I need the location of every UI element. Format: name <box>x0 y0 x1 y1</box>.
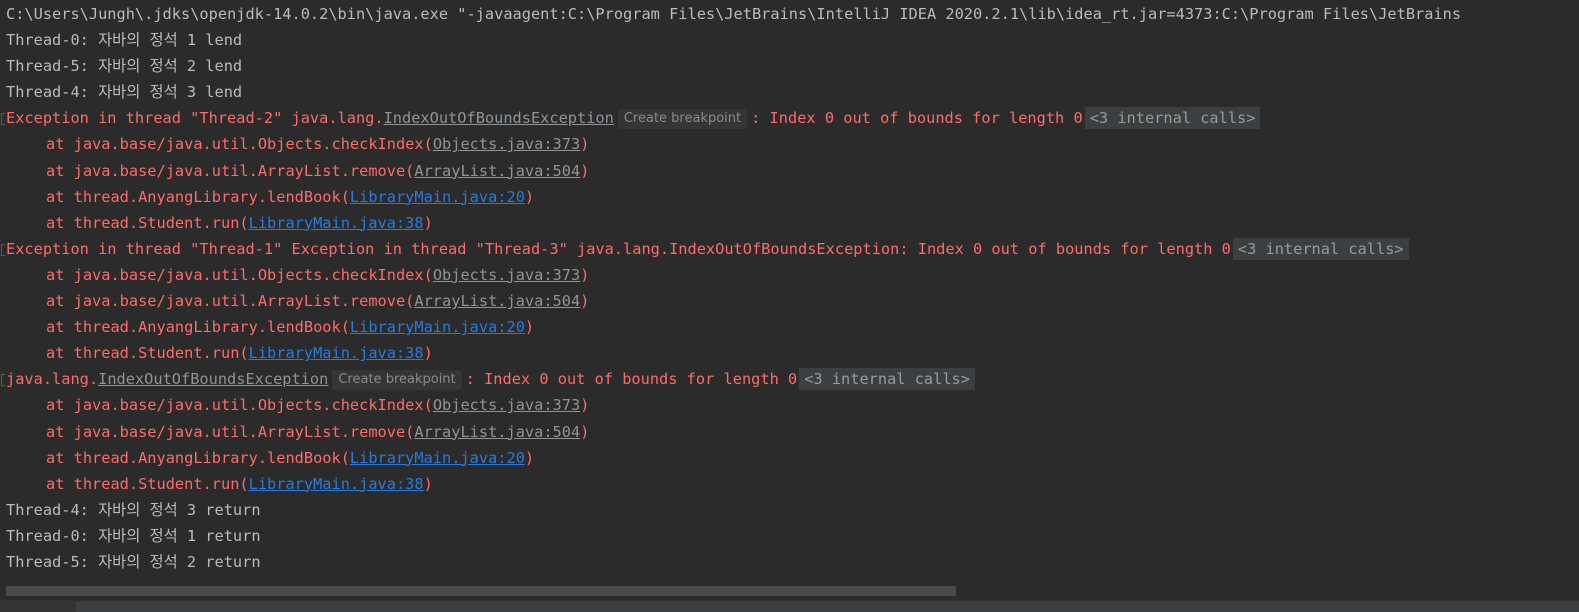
output-text: Thread-4: 자바의 정석 3 return <box>6 500 261 519</box>
frame-link[interactable]: LibraryMain.java:20 <box>350 449 525 467</box>
frame-link[interactable]: LibraryMain.java:20 <box>350 318 525 336</box>
frame-link[interactable]: LibraryMain.java:38 <box>249 214 424 232</box>
frame-close: ) <box>580 396 590 415</box>
frame-text: at thread.Student.run( <box>46 474 249 493</box>
command-line: C:\Users\Jungh\.jdks\openjdk-14.0.2\bin\… <box>0 1 1579 27</box>
frame-link[interactable]: LibraryMain.java:38 <box>249 344 424 362</box>
command-line-text: C:\Users\Jungh\.jdks\openjdk-14.0.2\bin\… <box>6 5 1462 23</box>
frame-close: ) <box>524 448 535 467</box>
stack-frame: at java.base/java.util.ArrayList.remove(… <box>0 419 1579 445</box>
output-text: Thread-4: 자바의 정석 3 lend <box>6 83 243 102</box>
frame-text: at thread.AnyangLibrary.lendBook( <box>46 448 350 467</box>
frame-text: at thread.Student.run( <box>46 344 249 363</box>
frame-text: at thread.Student.run( <box>46 213 249 232</box>
exception-class-link[interactable]: IndexOutOfBoundsException <box>98 370 328 388</box>
stack-frame: at thread.AnyangLibrary.lendBook(Library… <box>0 445 1579 471</box>
exception-line: Exception in thread "Thread-1" Exception… <box>0 236 1579 262</box>
frame-close: ) <box>580 292 590 311</box>
frame-link[interactable]: ArrayList.java:504 <box>414 292 580 310</box>
frame-text: at java.base/java.util.Objects.checkInde… <box>46 135 433 154</box>
stack-frame: at java.base/java.util.Objects.checkInde… <box>0 262 1579 288</box>
stack-frame: at thread.Student.run(LibraryMain.java:3… <box>0 471 1579 497</box>
exception-message: : Index 0 out of bounds for length 0 <box>465 370 798 389</box>
console-lines: C:\Users\Jungh\.jdks\openjdk-14.0.2\bin\… <box>0 0 1579 575</box>
stack-frame: at thread.AnyangLibrary.lendBook(Library… <box>0 314 1579 340</box>
stack-frame: at java.base/java.util.Objects.checkInde… <box>0 392 1579 418</box>
frame-link[interactable]: Objects.java:373 <box>433 396 580 414</box>
output-text: Thread-5: 자바의 정석 2 lend <box>6 57 243 76</box>
stack-frame: at java.base/java.util.ArrayList.remove(… <box>0 288 1579 314</box>
fold-marker-icon[interactable] <box>1 243 5 256</box>
horizontal-scrollbar-thumb[interactable] <box>6 586 956 596</box>
internal-calls-fold[interactable]: <3 internal calls> <box>799 368 975 391</box>
create-breakpoint-button[interactable]: Create breakpoint <box>617 109 748 130</box>
fold-marker-icon[interactable] <box>1 113 5 126</box>
frame-close: ) <box>423 474 433 493</box>
exception-message: : Index 0 out of bounds for length 0 <box>751 109 1083 128</box>
frame-close: ) <box>423 344 433 363</box>
exception-line: Exception in thread "Thread-2" java.lang… <box>0 105 1579 131</box>
output-line: Thread-5: 자바의 정석 2 return <box>0 549 1579 575</box>
fold-marker-icon[interactable] <box>1 374 5 387</box>
bottom-toolbar-strip <box>0 600 1579 612</box>
frame-close: ) <box>580 135 590 154</box>
frame-text: at java.base/java.util.Objects.checkInde… <box>46 265 433 284</box>
console-output-panel[interactable]: C:\Users\Jungh\.jdks\openjdk-14.0.2\bin\… <box>0 0 1579 612</box>
exception-class-link[interactable]: IndexOutOfBoundsException <box>384 109 614 127</box>
output-text: Thread-5: 자바의 정석 2 return <box>6 552 261 571</box>
stack-frame: at thread.Student.run(LibraryMain.java:3… <box>0 340 1579 366</box>
output-line: Thread-4: 자바의 정석 3 return <box>0 497 1579 523</box>
output-line: Thread-0: 자바의 정석 1 lend <box>0 27 1579 53</box>
frame-text: at java.base/java.util.ArrayList.remove( <box>46 422 415 441</box>
frame-text: at thread.AnyangLibrary.lendBook( <box>46 318 350 337</box>
output-text: Thread-0: 자바의 정석 1 lend <box>6 31 243 50</box>
output-line: Thread-0: 자바의 정석 1 return <box>0 523 1579 549</box>
frame-link[interactable]: LibraryMain.java:20 <box>350 188 525 206</box>
exception-line: java.lang.IndexOutOfBoundsException Creat… <box>0 366 1579 392</box>
exception-prefix: java.lang. <box>6 370 99 389</box>
frame-close: ) <box>524 187 535 206</box>
exception-prefix: Exception in thread "Thread-2" java.lang… <box>6 109 384 128</box>
frame-link[interactable]: Objects.java:373 <box>433 266 580 284</box>
output-text: Thread-0: 자바의 정석 1 return <box>6 526 261 545</box>
exception-text: Exception in thread "Thread-1" Exception… <box>6 239 1231 258</box>
frame-close: ) <box>580 265 590 284</box>
frame-text: at thread.AnyangLibrary.lendBook( <box>46 187 350 206</box>
frame-link[interactable]: LibraryMain.java:38 <box>249 475 424 493</box>
frame-close: ) <box>524 318 535 337</box>
frame-link[interactable]: Objects.java:373 <box>433 135 580 153</box>
create-breakpoint-button[interactable]: Create breakpoint <box>332 370 462 391</box>
frame-close: ) <box>423 213 433 232</box>
frame-text: at java.base/java.util.ArrayList.remove( <box>46 161 415 180</box>
output-line: Thread-5: 자바의 정석 2 lend <box>0 53 1579 79</box>
stack-frame: at java.base/java.util.Objects.checkInde… <box>0 131 1579 157</box>
bottom-strip-left-block <box>0 601 76 612</box>
frame-text: at java.base/java.util.Objects.checkInde… <box>46 396 433 415</box>
frame-link[interactable]: ArrayList.java:504 <box>414 423 580 441</box>
stack-frame: at thread.Student.run(LibraryMain.java:3… <box>0 210 1579 236</box>
internal-calls-fold[interactable]: <3 internal calls> <box>1084 107 1261 130</box>
frame-text: at java.base/java.util.ArrayList.remove( <box>46 292 415 311</box>
stack-frame: at java.base/java.util.ArrayList.remove(… <box>0 158 1579 184</box>
frame-close: ) <box>580 422 590 441</box>
stack-frame: at thread.AnyangLibrary.lendBook(Library… <box>0 184 1579 210</box>
frame-link[interactable]: ArrayList.java:504 <box>414 162 580 180</box>
internal-calls-fold[interactable]: <3 internal calls> <box>1232 237 1409 260</box>
frame-close: ) <box>580 161 590 180</box>
output-line: Thread-4: 자바의 정석 3 lend <box>0 79 1579 105</box>
